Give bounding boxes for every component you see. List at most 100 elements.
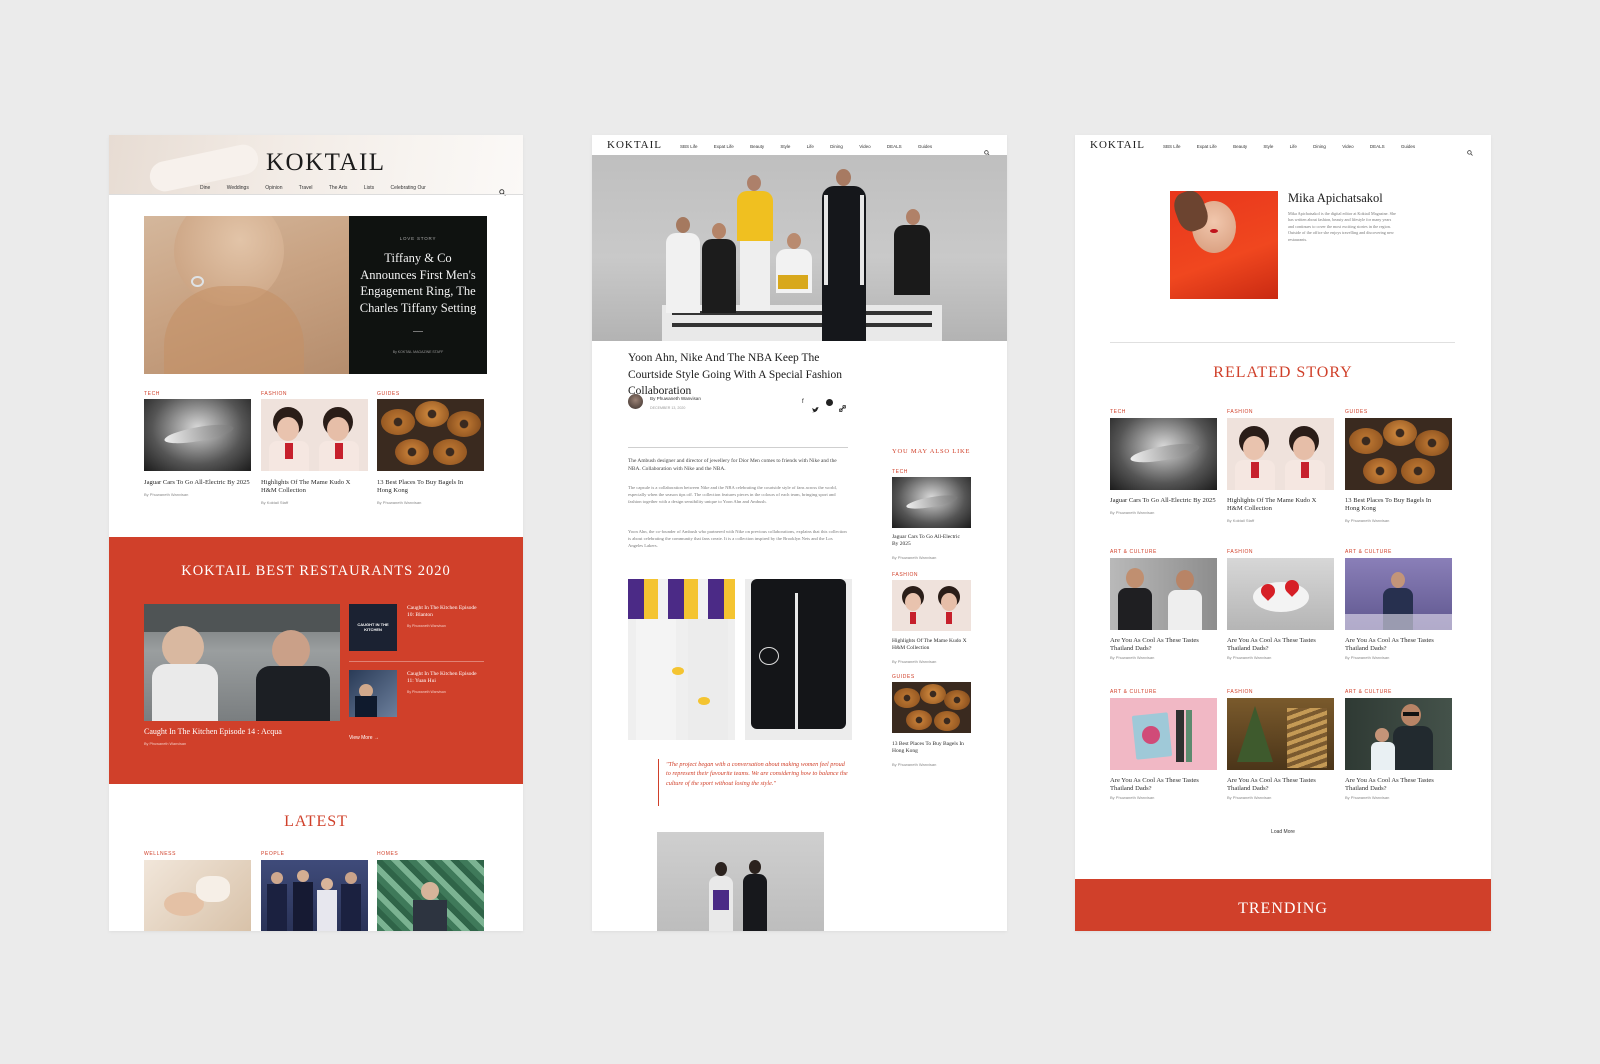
sidebar-title[interactable]: Jaguar Cars To Go All-Electric By 2025: [892, 534, 962, 548]
nav-item[interactable]: Guides: [1401, 144, 1415, 149]
article-hero-image: [592, 155, 1007, 341]
related-image-interior[interactable]: [1345, 558, 1452, 630]
nav-item[interactable]: Lists: [364, 185, 374, 191]
nav-item[interactable]: Weddings: [227, 185, 249, 191]
load-more-button[interactable]: Load More: [1075, 829, 1491, 835]
nav-item[interactable]: Beauty: [1233, 144, 1247, 149]
search-icon[interactable]: [499, 183, 506, 201]
site-logo[interactable]: KOKTAIL: [1090, 139, 1145, 151]
nav-item[interactable]: Expat Life: [1197, 144, 1217, 149]
nav-item[interactable]: Style: [1263, 144, 1273, 149]
nav-item[interactable]: SBS Life: [680, 144, 698, 149]
related-byline: By Phuwaneth Wanvisan: [1345, 518, 1390, 523]
related-title[interactable]: Are You As Cool As These Tastes Thailand…: [1345, 637, 1445, 653]
related-image-chefs[interactable]: [1110, 558, 1217, 630]
nav-item[interactable]: Celebrating Our: [391, 185, 426, 191]
nav-item[interactable]: Guides: [918, 144, 932, 149]
card-byline: By Koktail Staff: [261, 500, 289, 505]
restaurant-side-image-1[interactable]: CAUGHT IN THE KITCHEN: [349, 604, 397, 651]
share-facebook-icon[interactable]: f: [802, 399, 804, 405]
latest-image-people[interactable]: [261, 860, 368, 931]
site-logo[interactable]: KOKTAIL: [607, 139, 662, 151]
card-title[interactable]: Highlights Of The Mame Kudo X H&M Collec…: [261, 479, 361, 495]
nav-item[interactable]: DEALS: [887, 144, 902, 149]
nav-item[interactable]: Dine: [200, 185, 210, 191]
episode-badge: CAUGHT IN THE KITCHEN: [357, 622, 389, 632]
related-category: ART & CULTURE: [1345, 689, 1392, 695]
site-logo[interactable]: KOKTAIL: [266, 149, 386, 177]
restaurant-main-title[interactable]: Caught In The Kitchen Episode 14 : Acqua: [144, 727, 282, 736]
article-bottom-image: [657, 832, 824, 931]
sidebar-image-fashion[interactable]: [892, 580, 971, 631]
latest-image-wellness[interactable]: [144, 860, 251, 931]
related-title[interactable]: Are You As Cool As These Tastes Thailand…: [1110, 777, 1210, 793]
card-image-jaguar[interactable]: [144, 399, 251, 471]
card-image-fashion[interactable]: [261, 399, 368, 471]
related-title[interactable]: Jaguar Cars To Go All-Electric By 2025: [1110, 497, 1217, 505]
main-nav: Dine Weddings Opinion Travel The Arts Li…: [200, 185, 441, 191]
nav-item[interactable]: The Arts: [329, 185, 348, 191]
restaurant-main-image[interactable]: [144, 604, 340, 721]
nav-item[interactable]: SBS Life: [1163, 144, 1181, 149]
related-byline: By Phuwaneth Wanvisan: [1227, 655, 1272, 660]
hero-image[interactable]: [144, 216, 349, 374]
nav-item[interactable]: Style: [780, 144, 790, 149]
nav-item[interactable]: Video: [859, 144, 870, 149]
sidebar-title[interactable]: 13 Best Places To Buy Bagels In Hong Kon…: [892, 741, 967, 755]
related-category: ART & CULTURE: [1345, 549, 1392, 555]
related-image-dessert[interactable]: [1227, 558, 1334, 630]
card-title[interactable]: Jaguar Cars To Go All-Electric By 2025: [144, 479, 251, 487]
related-image-fashion[interactable]: [1227, 418, 1334, 490]
related-image-father-son[interactable]: [1345, 698, 1452, 770]
nav-item[interactable]: Travel: [299, 185, 313, 191]
card-category: TECH: [144, 391, 161, 397]
latest-category: WELLNESS: [144, 851, 177, 857]
nav-item[interactable]: Opinion: [265, 185, 282, 191]
sidebar-byline: By Phuwaneth Wanvisan: [892, 659, 937, 664]
card-image-bagels[interactable]: [377, 399, 484, 471]
related-image-books[interactable]: [1110, 698, 1217, 770]
card-title[interactable]: 13 Best Places To Buy Bagels In Hong Kon…: [377, 479, 477, 495]
sidebar-title[interactable]: Highlights Of The Mame Kudo X H&M Collec…: [892, 638, 967, 652]
card-byline: By Phuwaneth Wanvisan: [377, 500, 422, 505]
nav-item[interactable]: Dining: [830, 144, 843, 149]
sidebar-image-bagels[interactable]: [892, 682, 971, 733]
latest-category: HOMES: [377, 851, 399, 857]
nav-item[interactable]: Dining: [1313, 144, 1326, 149]
related-category: FASHION: [1227, 409, 1254, 415]
view-more-link[interactable]: View More →: [349, 735, 379, 741]
article-panel: KOKTAIL SBS Life Expat Life Beauty Style…: [592, 135, 1007, 931]
nets-jacket-image: [745, 579, 852, 740]
quote-rule: [658, 759, 659, 806]
related-title[interactable]: Are You As Cool As These Tastes Thailand…: [1227, 637, 1327, 653]
hero-text-card[interactable]: LOVE STORY Tiffany & Co Announces First …: [349, 216, 487, 374]
nav-item[interactable]: Expat Life: [714, 144, 734, 149]
share-messenger-icon[interactable]: [826, 399, 833, 406]
article-date: DECEMBER 13, 2020: [650, 406, 686, 410]
search-icon[interactable]: [1467, 143, 1473, 161]
related-title[interactable]: Are You As Cool As These Tastes Thailand…: [1345, 777, 1445, 793]
nav-item[interactable]: Life: [807, 144, 814, 149]
nav-item[interactable]: Life: [1290, 144, 1297, 149]
restaurant-side-title[interactable]: Caught In The Kitchen Episode 10: Blanto…: [407, 605, 481, 619]
related-title[interactable]: Highlights Of The Mame Kudo X H&M Collec…: [1227, 497, 1327, 513]
related-image-christmas[interactable]: [1227, 698, 1334, 770]
share-twitter-icon[interactable]: [812, 400, 819, 418]
restaurant-side-title[interactable]: Caught In The Kitchen Episode 11: Yuan H…: [407, 671, 481, 685]
latest-image-homes[interactable]: [377, 860, 484, 931]
sidebar-image-jaguar[interactable]: [892, 477, 971, 528]
nav-item[interactable]: DEALS: [1370, 144, 1385, 149]
related-image-jaguar[interactable]: [1110, 418, 1217, 490]
share-link-icon[interactable]: [839, 399, 846, 417]
related-title[interactable]: Are You As Cool As These Tastes Thailand…: [1227, 777, 1327, 793]
related-title[interactable]: 13 Best Places To Buy Bagels In Hong Kon…: [1345, 497, 1445, 513]
related-heading: RELATED STORY: [1213, 364, 1353, 381]
related-title[interactable]: Are You As Cool As These Tastes Thailand…: [1110, 637, 1210, 653]
related-image-bagels[interactable]: [1345, 418, 1452, 490]
restaurant-side-image-2[interactable]: [349, 670, 397, 717]
nav-item[interactable]: Video: [1342, 144, 1353, 149]
author-photo: [1170, 191, 1278, 299]
nav-item[interactable]: Beauty: [750, 144, 764, 149]
related-byline: By Phuwaneth Wanvisan: [1345, 655, 1390, 660]
author-name[interactable]: By Phuwaneth Wanvisan: [650, 396, 701, 401]
